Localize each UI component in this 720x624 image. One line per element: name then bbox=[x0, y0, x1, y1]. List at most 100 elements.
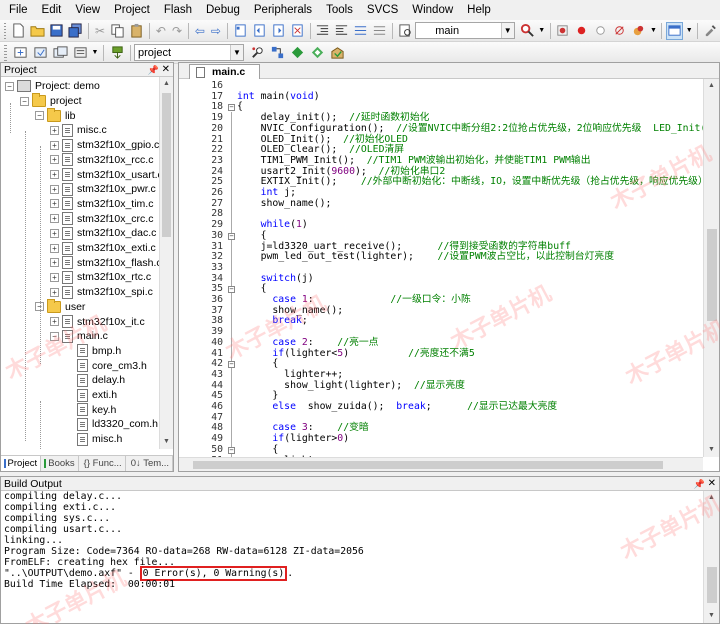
tree-scroll-thumb[interactable] bbox=[162, 93, 171, 237]
tree-item[interactable]: + stm32f10x_rcc.c bbox=[50, 153, 153, 168]
chevron-down-icon[interactable]: ▼ bbox=[230, 45, 243, 60]
configure-icon[interactable] bbox=[702, 22, 719, 40]
breakpoint-all-icon[interactable] bbox=[630, 22, 647, 40]
save-icon[interactable] bbox=[48, 22, 65, 40]
packs-icon[interactable] bbox=[328, 44, 346, 62]
menu-svcs[interactable]: SVCS bbox=[360, 0, 405, 20]
collapse-icon[interactable]: − bbox=[5, 81, 14, 91]
panel-tab-0[interactable]: Project bbox=[1, 456, 42, 471]
tree-item[interactable]: + stm32f10x_flash.c bbox=[50, 255, 159, 270]
menu-file[interactable]: File bbox=[2, 0, 35, 20]
prev-bookmark-icon[interactable] bbox=[251, 22, 268, 40]
search-icon[interactable] bbox=[519, 22, 536, 40]
compile-icon[interactable] bbox=[11, 44, 29, 62]
scroll-down-icon[interactable]: ▼ bbox=[704, 609, 719, 623]
build-scrollbar[interactable]: ▲ ▼ bbox=[703, 491, 719, 623]
clear-bookmarks-icon[interactable] bbox=[289, 22, 306, 40]
menu-tools[interactable]: Tools bbox=[319, 0, 360, 20]
pin-icon[interactable]: 📌 bbox=[148, 63, 159, 77]
collapse-icon[interactable]: − bbox=[35, 111, 44, 121]
scroll-up-icon[interactable]: ▲ bbox=[160, 77, 173, 91]
download-icon[interactable] bbox=[108, 44, 126, 62]
tree-item[interactable]: − main.c bbox=[50, 329, 108, 344]
expand-icon[interactable]: + bbox=[50, 155, 59, 165]
tree-item[interactable]: + stm32f10x_usart.c bbox=[50, 167, 159, 182]
tree-item[interactable]: + stm32f10x_rtc.c bbox=[50, 270, 151, 285]
menu-help[interactable]: Help bbox=[460, 0, 498, 20]
tab-main-c[interactable]: main.c bbox=[189, 64, 261, 79]
expand-icon[interactable]: + bbox=[50, 243, 59, 253]
tree-item[interactable]: bmp.h bbox=[65, 344, 121, 359]
find-combo[interactable]: main ▼ bbox=[415, 22, 515, 39]
build-scroll-thumb[interactable] bbox=[707, 567, 717, 603]
editor-hscroll-thumb[interactable] bbox=[193, 461, 663, 469]
panel-tab-2[interactable]: {} Func... bbox=[79, 456, 126, 471]
target-options-icon[interactable] bbox=[248, 44, 266, 62]
close-icon[interactable]: ✕ bbox=[162, 63, 170, 77]
paste-icon[interactable] bbox=[128, 22, 145, 40]
tree-item[interactable]: + stm32f10x_it.c bbox=[50, 314, 145, 329]
pin-icon[interactable]: 📌 bbox=[694, 477, 705, 491]
menu-flash[interactable]: Flash bbox=[157, 0, 199, 20]
save-all-icon[interactable] bbox=[67, 22, 84, 40]
open-folder-icon[interactable] bbox=[29, 22, 46, 40]
comment-icon[interactable] bbox=[352, 22, 369, 40]
breakpoint-kill-icon[interactable] bbox=[611, 22, 628, 40]
expand-icon[interactable]: + bbox=[50, 214, 59, 224]
tree-item[interactable]: exti.h bbox=[65, 388, 117, 403]
unindent-icon[interactable] bbox=[333, 22, 350, 40]
scroll-up-icon[interactable]: ▲ bbox=[704, 79, 719, 93]
rebuild-icon[interactable] bbox=[51, 44, 69, 62]
manage-components-icon[interactable] bbox=[288, 44, 306, 62]
tree-item[interactable]: misc.h bbox=[65, 432, 122, 447]
new-file-icon[interactable] bbox=[10, 22, 27, 40]
editor-vscroll-thumb[interactable] bbox=[707, 229, 717, 321]
file-extensions-icon[interactable] bbox=[268, 44, 286, 62]
indent-icon[interactable] bbox=[314, 22, 331, 40]
menu-project[interactable]: Project bbox=[107, 0, 157, 20]
fold-toggle-icon[interactable]: − bbox=[228, 232, 235, 240]
build-icon[interactable] bbox=[31, 44, 49, 62]
dropdown-arrow-icon[interactable]: ▼ bbox=[649, 22, 657, 40]
expand-icon[interactable]: + bbox=[50, 228, 59, 238]
tree-item[interactable]: + stm32f10x_gpio.c bbox=[50, 138, 159, 153]
copy-icon[interactable] bbox=[109, 22, 126, 40]
code-editor[interactable]: 16 17 int main(void) 18{19 delay_init(); //… bbox=[179, 79, 703, 457]
menu-view[interactable]: View bbox=[68, 0, 107, 20]
toolbar-grip[interactable] bbox=[4, 44, 7, 61]
expand-icon[interactable]: + bbox=[50, 184, 59, 194]
tree-item[interactable]: + stm32f10x_dac.c bbox=[50, 226, 156, 241]
tree-item[interactable]: − Project: demo bbox=[5, 79, 100, 94]
panel-tab-1[interactable]: Books bbox=[41, 456, 79, 471]
menu-peripherals[interactable]: Peripherals bbox=[247, 0, 319, 20]
expand-icon[interactable]: + bbox=[50, 258, 59, 268]
expand-icon[interactable]: + bbox=[50, 317, 59, 327]
redo-icon[interactable]: ↷ bbox=[170, 22, 184, 40]
menu-window[interactable]: Window bbox=[405, 0, 460, 20]
fold-toggle-icon[interactable]: − bbox=[228, 286, 235, 294]
tree-item[interactable]: − project bbox=[20, 93, 82, 109]
build-output-text[interactable]: "..\OUTPUT\demo.axf" - 0 Error(s), 0 War… bbox=[1, 491, 705, 624]
tree-item[interactable]: delay.h bbox=[65, 373, 125, 388]
uncomment-icon[interactable] bbox=[371, 22, 388, 40]
next-bookmark-icon[interactable] bbox=[270, 22, 287, 40]
cut-icon[interactable]: ✂ bbox=[93, 22, 107, 40]
scroll-up-icon[interactable]: ▲ bbox=[704, 491, 719, 505]
bookmark-icon[interactable] bbox=[232, 22, 249, 40]
panel-tab-3[interactable]: 0↓ Tem... bbox=[126, 456, 173, 471]
fold-toggle-icon[interactable]: − bbox=[228, 361, 235, 369]
tree-item[interactable]: + misc.c bbox=[50, 123, 107, 138]
expand-icon[interactable]: + bbox=[50, 272, 59, 282]
close-icon[interactable]: ✕ bbox=[708, 477, 716, 491]
tree-scrollbar[interactable]: ▲ ▼ bbox=[159, 77, 173, 449]
tree-item[interactable]: + stm32f10x_pwr.c bbox=[50, 182, 156, 197]
tree-item[interactable]: core_cm3.h bbox=[65, 358, 147, 373]
menu-edit[interactable]: Edit bbox=[35, 0, 69, 20]
expand-icon[interactable]: + bbox=[50, 199, 59, 209]
editor-vertical-scrollbar[interactable]: ▲ ▼ bbox=[703, 79, 719, 457]
fold-toggle-icon[interactable]: − bbox=[228, 446, 235, 454]
collapse-icon[interactable]: − bbox=[50, 331, 59, 341]
chevron-down-icon[interactable]: ▼ bbox=[500, 23, 514, 38]
fold-toggle-icon[interactable]: − bbox=[228, 104, 235, 112]
expand-icon[interactable]: + bbox=[50, 140, 59, 150]
